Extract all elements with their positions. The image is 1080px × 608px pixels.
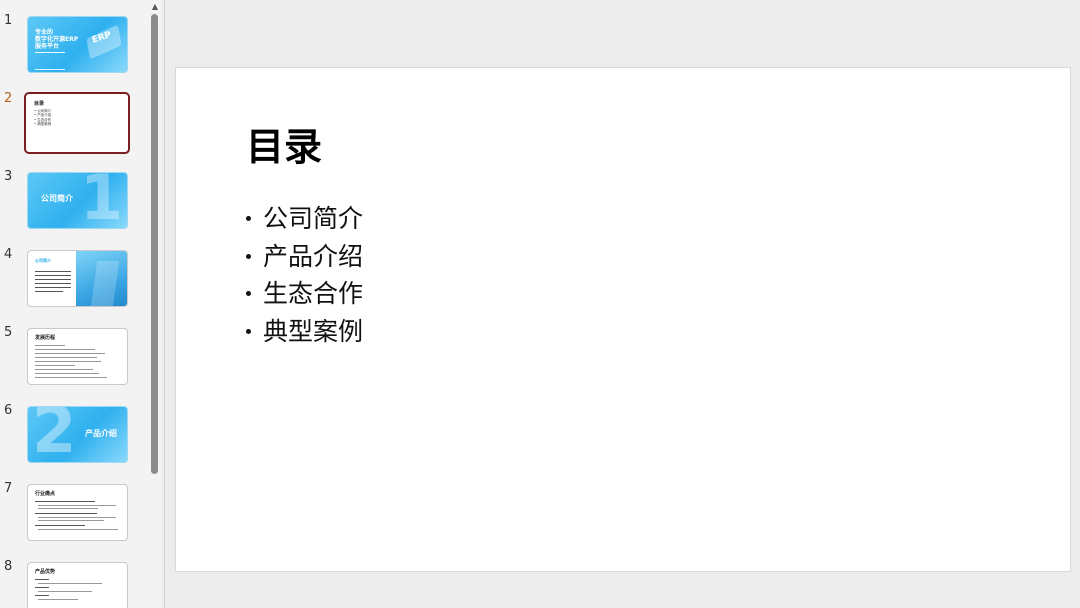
thumb-text-line xyxy=(35,353,105,354)
thumb-bullets: • 公司简介 • 产品介绍 • 生态合作 • 典型案例 xyxy=(34,109,52,126)
thumb-text-line xyxy=(38,591,92,592)
slide-thumbnail-3[interactable]: 1 公司简介 xyxy=(27,172,128,229)
bullet-item[interactable]: 公司简介 xyxy=(244,200,363,238)
slide-title[interactable]: 目录 xyxy=(246,116,322,171)
slide-thumbnail-2[interactable]: 目录 • 公司简介 • 产品介绍 • 生态合作 • 典型案例 xyxy=(24,92,130,154)
thumb-text-line xyxy=(35,291,63,292)
thumb-text-line xyxy=(35,275,71,276)
thumb-text-line xyxy=(35,365,75,366)
thumb-text-line xyxy=(35,513,97,514)
bullet-dot-icon xyxy=(246,216,251,222)
bullet-item[interactable]: 产品介绍 xyxy=(244,238,363,276)
slide-thumbnail-6[interactable]: 2 产品介绍 xyxy=(27,406,128,463)
slide-thumbnail-panel: 1 专业的 数字化开源ERP 服务平台 ERP 2 目录 • 公司简介 • 产品… xyxy=(0,0,148,608)
bullet-text: 典型案例 xyxy=(263,316,364,346)
bullet-text: 公司简介 xyxy=(263,204,364,233)
bullet-dot-icon xyxy=(246,253,251,259)
slide-number: 2 xyxy=(4,91,13,106)
presentation-editor: 1 专业的 数字化开源ERP 服务平台 ERP 2 目录 • 公司简介 • 产品… xyxy=(0,0,1080,608)
thumb-text-line xyxy=(38,599,78,600)
thumb-footer-line xyxy=(35,69,65,70)
slide-thumbnail-4[interactable]: 公司简介 xyxy=(27,250,128,307)
thumbnail-scrollbar[interactable]: ▲ xyxy=(148,0,162,608)
thumb-text-line xyxy=(35,525,85,526)
thumb-text-line xyxy=(35,579,49,580)
slide-thumbnail-1[interactable]: 专业的 数字化开源ERP 服务平台 ERP xyxy=(27,16,128,73)
scrollbar-thumb[interactable] xyxy=(151,14,158,474)
thumb-title: 公司简介 xyxy=(41,194,73,203)
thumb-text-line xyxy=(38,508,98,509)
slide-number: 7 xyxy=(4,481,13,496)
bullet-item[interactable]: 生态合作 xyxy=(244,275,363,313)
slide-bullet-list[interactable]: 公司简介 产品介绍 生态合作 典型案例 xyxy=(244,200,363,350)
slide-number: 5 xyxy=(4,325,13,340)
thumb-text-line xyxy=(35,357,97,358)
bullet-dot-icon xyxy=(246,328,251,334)
thumb-text-line xyxy=(38,583,102,584)
slide-canvas[interactable]: 目录 公司简介 产品介绍 生态合作 典型案例 xyxy=(175,67,1071,572)
bullet-text: 产品介绍 xyxy=(263,241,364,271)
scroll-up-arrow-icon[interactable]: ▲ xyxy=(150,2,160,12)
thumb-text-line xyxy=(35,271,71,272)
thumb-title: 公司简介 xyxy=(35,258,51,263)
thumb-text-line xyxy=(38,529,118,530)
thumb-title: 发展历程 xyxy=(35,335,56,341)
thumb-title: 目录 xyxy=(34,101,45,107)
thumb-text-line xyxy=(35,283,71,284)
thumb-title: 行业痛点 xyxy=(35,491,56,497)
panel-divider[interactable] xyxy=(164,0,165,608)
thumb-text-line xyxy=(35,595,49,596)
thumb-text-line xyxy=(35,349,95,350)
slide-thumbnail-8[interactable]: 产品优势 xyxy=(27,562,128,608)
thumb-title: 产品介绍 xyxy=(85,429,117,438)
thumb-building-image xyxy=(76,251,127,306)
slide-number: 3 xyxy=(4,169,13,184)
slide-number: 1 xyxy=(4,13,13,28)
thumb-text-line xyxy=(35,373,99,374)
thumb-text-line xyxy=(35,345,65,346)
slide-thumbnail-5[interactable]: 发展历程 xyxy=(27,328,128,385)
thumb-text-line xyxy=(38,505,116,506)
slide-thumbnail-7[interactable]: 行业痛点 xyxy=(27,484,128,541)
thumb-text-line xyxy=(38,520,104,521)
thumb-text-line xyxy=(35,287,71,288)
thumb-title: 产品优势 xyxy=(35,569,56,575)
thumb-numeral: 2 xyxy=(32,406,77,463)
thumb-text-line xyxy=(35,279,71,280)
thumb-numeral: 1 xyxy=(80,172,124,229)
thumb-text-line xyxy=(35,501,95,502)
bullet-item[interactable]: 典型案例 xyxy=(244,313,363,351)
erp-illustration: ERP xyxy=(84,23,124,63)
thumb-text-line xyxy=(35,361,101,362)
thumb-text-line xyxy=(35,587,49,588)
thumb-title: 专业的 数字化开源ERP 服务平台 xyxy=(35,29,79,50)
thumb-text-line xyxy=(38,517,116,518)
thumb-subtitle-line xyxy=(35,52,65,53)
thumb-text-line xyxy=(35,377,107,378)
slide-number: 4 xyxy=(4,247,13,262)
bullet-dot-icon xyxy=(246,291,251,297)
slide-number: 6 xyxy=(4,403,13,418)
slide-number: 8 xyxy=(4,559,13,574)
bullet-text: 生态合作 xyxy=(263,279,364,308)
thumb-text-line xyxy=(35,369,93,370)
